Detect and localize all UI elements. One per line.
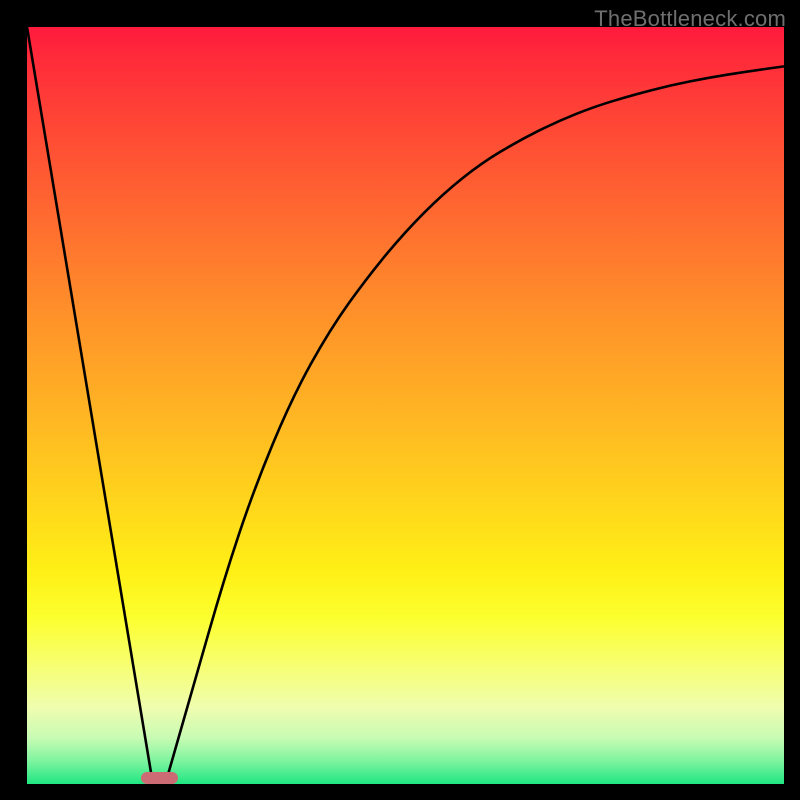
curve-left-descent [27,27,152,778]
curve-right-ascent [167,66,784,778]
chart-frame: TheBottleneck.com [0,0,800,800]
curve-layer [27,27,784,784]
plot-area [27,27,784,784]
bottleneck-marker [141,772,177,784]
